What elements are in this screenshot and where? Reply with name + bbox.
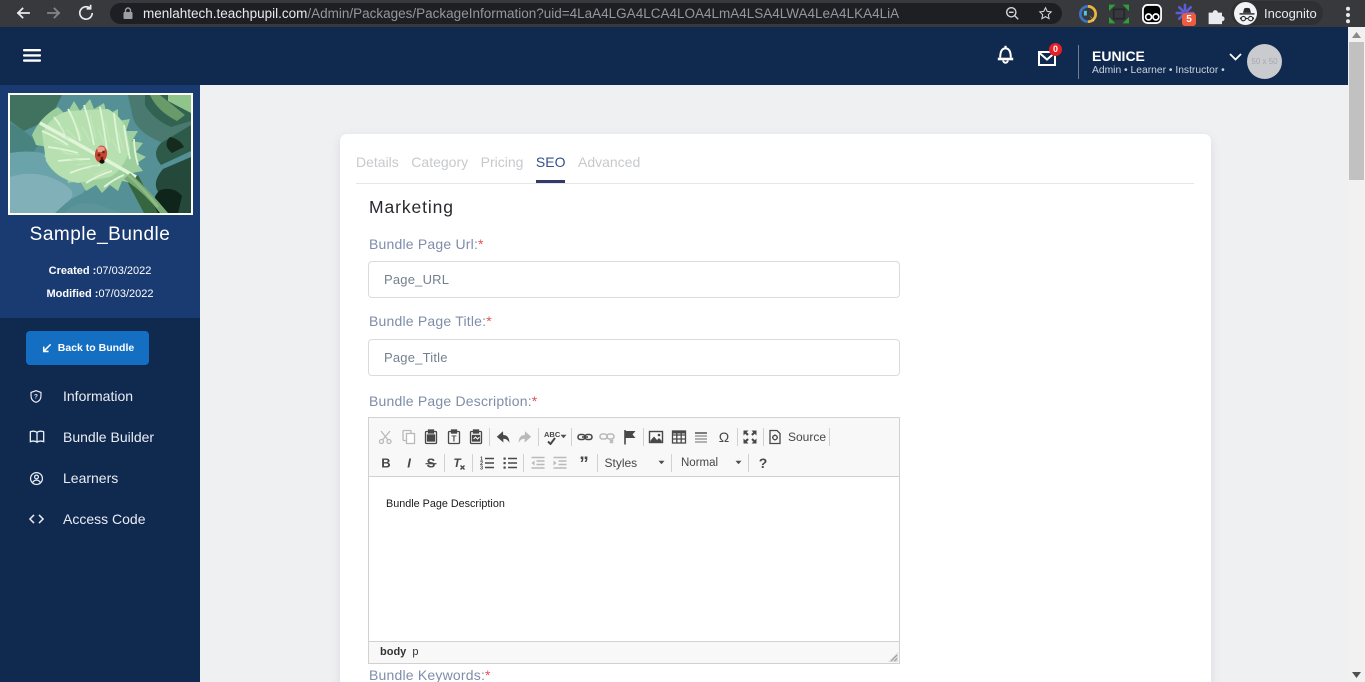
- svg-text:I: I: [407, 455, 411, 470]
- svg-text:T: T: [454, 456, 463, 470]
- svg-text:S: S: [427, 455, 436, 470]
- svg-text:B: B: [382, 455, 391, 470]
- svg-text:Ω: Ω: [719, 429, 729, 445]
- svg-text:?: ?: [34, 393, 38, 400]
- svg-text:3: 3: [480, 465, 483, 471]
- svg-text:?: ?: [758, 455, 767, 471]
- svg-text:”: ”: [579, 455, 589, 471]
- svg-text:T: T: [451, 434, 456, 443]
- svg-text:ABC: ABC: [544, 430, 560, 439]
